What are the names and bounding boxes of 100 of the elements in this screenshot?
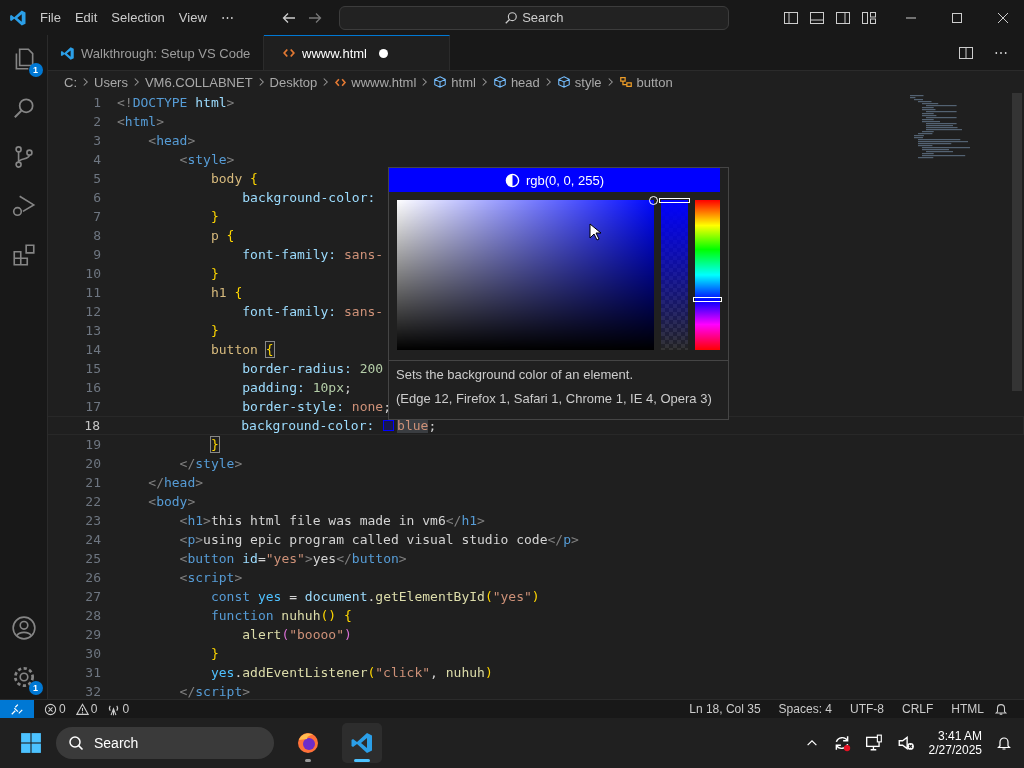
cube-icon — [433, 75, 448, 89]
code-token: "yes" — [492, 589, 532, 604]
code-token: > — [195, 532, 204, 547]
code-token: none — [351, 399, 384, 414]
menu-item[interactable]: Selection — [104, 7, 172, 28]
line-number: 29 — [84, 627, 101, 642]
chevron-right-icon — [132, 77, 140, 87]
line-number: 11 — [84, 285, 101, 300]
chevron-right-icon — [606, 77, 614, 87]
editor-tab[interactable]: wwww.html — [264, 35, 450, 70]
code-token: . — [367, 589, 376, 604]
line-number: 24 — [84, 532, 101, 547]
windows-logo-icon[interactable] — [20, 732, 42, 754]
code-token: border-radius: — [241, 361, 353, 376]
color-swatch[interactable] — [383, 420, 395, 431]
breadcrumb-item[interactable]: Users — [94, 74, 128, 90]
secondary-sidebar-icon[interactable] — [834, 9, 851, 26]
slider-thumb[interactable] — [659, 198, 691, 203]
code-token: h1 — [209, 285, 227, 300]
code-token: 10px — [312, 380, 344, 395]
breadcrumb-item[interactable]: C: — [64, 74, 77, 90]
code-token: ( — [367, 665, 376, 680]
code-token: this html file was made in vm6 — [210, 513, 446, 528]
code-token: } — [210, 437, 219, 452]
breadcrumb-item[interactable]: Desktop — [269, 74, 318, 90]
code-token: DOCTYPE — [132, 95, 188, 110]
line-number: 18 — [83, 418, 100, 433]
bell-icon[interactable] — [996, 735, 1012, 751]
code-token: html — [194, 95, 227, 110]
breadcrumb-item[interactable]: head — [510, 74, 540, 90]
panel-toggle-icon[interactable] — [808, 9, 825, 26]
status-item[interactable]: CRLF — [902, 702, 934, 716]
network-icon[interactable] — [864, 734, 883, 752]
opacity-slider[interactable] — [661, 200, 689, 350]
code-token: p — [563, 532, 571, 547]
code-token: ; — [383, 399, 391, 414]
code-token: > — [195, 475, 204, 490]
maximize-icon[interactable] — [950, 11, 963, 24]
status-count[interactable]: 0 — [59, 702, 66, 716]
cube-icon — [556, 75, 571, 89]
close-icon[interactable] — [996, 11, 1009, 24]
play-bug-icon[interactable] — [10, 193, 37, 219]
line-number: 31 — [84, 665, 101, 680]
menu-item[interactable]: Edit — [67, 7, 105, 28]
status-count[interactable]: 0 — [90, 702, 98, 716]
bell-icon[interactable] — [994, 702, 1008, 716]
line-number: 3 — [92, 133, 101, 148]
status-item[interactable]: Spaces: 4 — [778, 702, 832, 716]
code-token: < — [178, 152, 188, 167]
code-token: } — [209, 266, 219, 281]
breadcrumb-item[interactable]: html — [451, 74, 476, 90]
line-number: 30 — [84, 646, 101, 661]
code-token: p — [209, 228, 219, 243]
code-token: style — [195, 456, 235, 471]
breadcrumb-item[interactable]: VM6.COLLABNET — [144, 74, 253, 90]
unsaved-dot-icon — [379, 48, 388, 58]
saturation-area[interactable] — [397, 200, 655, 350]
code-token: font-family: — [241, 247, 338, 262]
code-token: } — [209, 323, 219, 338]
error-icon — [44, 702, 57, 716]
status-item[interactable]: Ln 18, Col 35 — [689, 702, 761, 716]
status-item[interactable]: UTF-8 — [850, 702, 884, 716]
code-token: "click" — [375, 665, 431, 680]
clock-date[interactable]: 2/27/2025 — [928, 743, 982, 757]
code-token: </ — [445, 513, 462, 528]
menu-item[interactable]: File — [33, 7, 68, 28]
taskbar-app-button[interactable] — [342, 723, 382, 763]
remote-button[interactable] — [0, 700, 34, 718]
line-number: 16 — [84, 380, 101, 395]
hue-slider[interactable] — [695, 200, 720, 350]
account-icon[interactable] — [10, 615, 37, 641]
line-number: 32 — [84, 684, 101, 699]
slider-thumb[interactable] — [693, 297, 722, 302]
line-number: 22 — [84, 494, 101, 509]
code-token: { — [249, 171, 258, 186]
split-editor-icon[interactable] — [958, 44, 974, 61]
breadcrumb-item[interactable]: style — [574, 74, 602, 90]
command-search-field[interactable]: Search — [338, 5, 729, 30]
sidebar-toggle-icon[interactable] — [782, 9, 799, 26]
line-number: 28 — [84, 608, 101, 623]
code-token: </ — [147, 475, 164, 490]
status-item[interactable]: HTML — [951, 702, 984, 716]
code-token: > — [226, 152, 235, 167]
extensions-icon[interactable] — [10, 242, 37, 268]
clock-time[interactable]: 3:41 AM — [937, 729, 982, 743]
code-token: button — [187, 551, 235, 566]
layout-icon[interactable] — [860, 9, 877, 26]
cube-icon — [492, 75, 507, 89]
more-actions-button[interactable]: ⋯ — [992, 44, 1010, 61]
taskbar-search-field[interactable]: Search — [56, 727, 274, 759]
menu-item[interactable]: View — [171, 7, 214, 28]
breadcrumb-item[interactable]: wwww.html — [351, 74, 417, 90]
muted-speaker-icon[interactable] — [896, 734, 915, 752]
status-count[interactable]: 0 — [122, 702, 130, 716]
warning-icon — [75, 702, 89, 716]
line-number: 13 — [84, 323, 101, 338]
app-logo-icon — [60, 45, 75, 61]
menu-item[interactable]: ⋯ — [213, 7, 241, 28]
breadcrumb-item[interactable]: button — [636, 74, 673, 90]
code-token: ) — [344, 627, 352, 642]
